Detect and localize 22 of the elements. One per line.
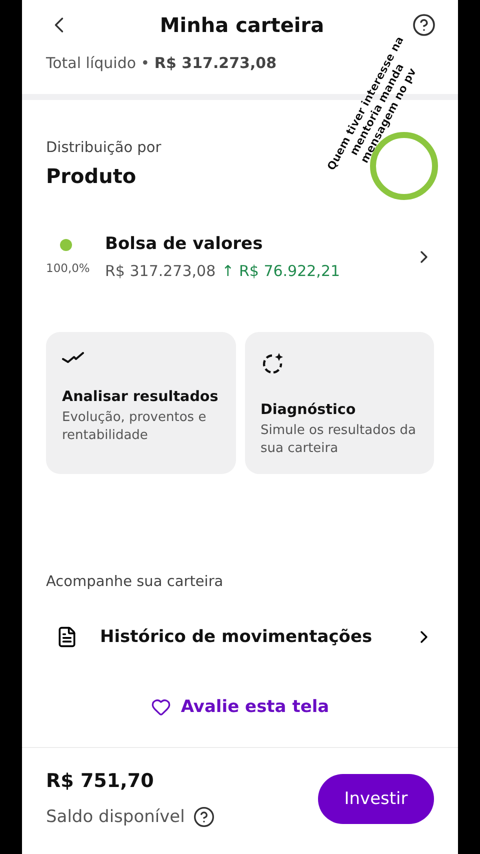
balance-label: Saldo disponível — [46, 807, 185, 827]
document-icon — [56, 626, 78, 648]
rate-screen-link[interactable]: Avalie esta tela — [144, 696, 336, 718]
heart-icon — [150, 697, 171, 717]
percent-text: 100,0% — [46, 261, 90, 275]
feature-card[interactable]: Analisar resultados Evolução, proventos e rentabilidade — [46, 332, 236, 474]
page-title: Minha carteira — [160, 13, 324, 37]
help-button[interactable] — [192, 806, 215, 828]
trend-line-icon — [62, 352, 84, 363]
product-name: Bolsa de valores — [105, 234, 264, 254]
balance-amount: R$ 751,70 — [46, 770, 155, 792]
invest-button[interactable]: Investir — [318, 774, 434, 824]
feature-card[interactable]: Diagnóstico Simule os resultados da sua carteira — [244, 332, 434, 474]
history-item[interactable]: Histórico de movimentações — [46, 626, 434, 648]
total-liquid-text: Total líquido • R$ 317.273,08 — [46, 54, 277, 72]
sparkle-circle-icon — [260, 352, 284, 376]
section-heading: Acompanhe sua carteira — [46, 574, 224, 590]
distribution-label: Distribuição por — [46, 140, 162, 156]
help-button[interactable] — [412, 13, 436, 37]
gain-value: ↑ R$ 76.922,21 — [222, 262, 340, 280]
product-value: R$ 317.273,08 — [105, 262, 216, 280]
distribution-title: Produto — [46, 164, 136, 188]
